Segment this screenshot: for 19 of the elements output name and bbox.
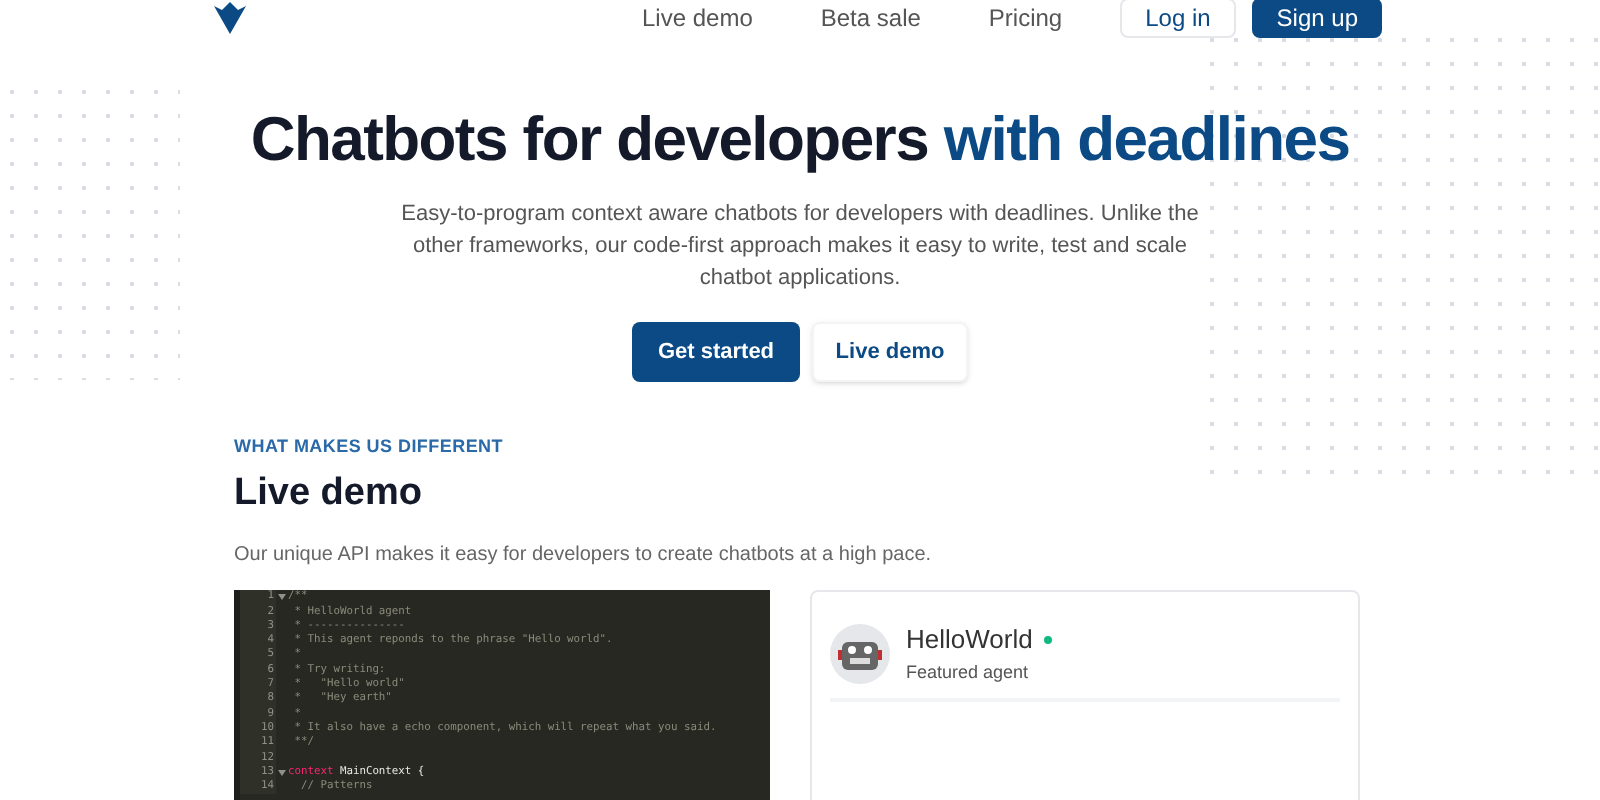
nav-link[interactable]: Live demo (642, 0, 753, 36)
fold-caret-icon[interactable] (278, 769, 286, 776)
logo-icon[interactable] (210, 0, 250, 38)
signup-button[interactable]: Sign up (1252, 0, 1382, 38)
live-demo-button[interactable]: Live demo (812, 322, 968, 382)
robot-avatar-icon (830, 623, 890, 684)
agent-subtitle: Featured agent (906, 659, 1031, 686)
hero-subtitle: Easy-to-program context aware chatbots for developers with deadlines. Unlike the other frameworks, our code-first approach makes it easy to write, test and scale chatbot applications. (400, 200, 1200, 294)
code-editor[interactable] (234, 590, 770, 800)
nav-link[interactable]: Beta sale (820, 0, 921, 36)
agent-name: HelloWorld (906, 622, 1033, 659)
section-title: Live demo (234, 469, 424, 517)
fold-caret-icon[interactable] (278, 594, 286, 601)
hero-title: Chatbots for developers with deadlines (250, 108, 1350, 170)
section-eyebrow: WHAT MAKES US DIFFERENT (234, 434, 506, 460)
nav-link[interactable]: Pricing (988, 0, 1063, 36)
section-text: Our unique API makes it easy for developers to create chatbots at a high pace. (234, 542, 934, 571)
get-started-button[interactable]: Get started (632, 322, 800, 382)
login-button[interactable]: Log in (1119, 0, 1237, 38)
